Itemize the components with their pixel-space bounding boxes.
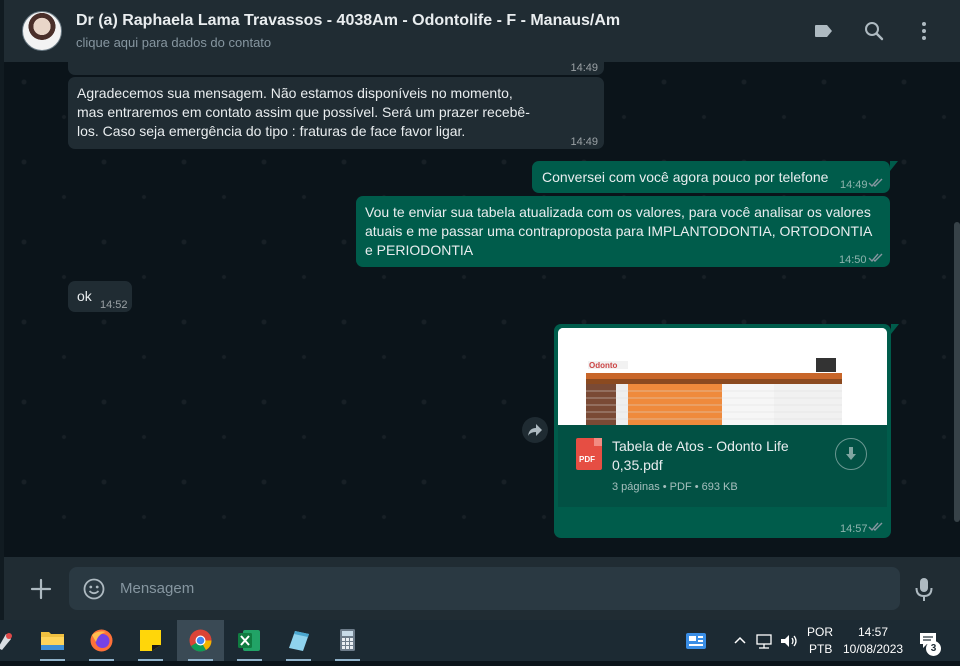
contact-avatar[interactable] (22, 11, 62, 51)
contact-info-hint[interactable]: clique aqui para dados do contato (76, 35, 271, 50)
message-time: 14:49 (570, 136, 598, 148)
message-bubble-outgoing[interactable]: Conversei com você agora pouco por telef… (532, 161, 890, 193)
chat-header[interactable]: Dr (a) Raphaela Lama Travassos - 4038Am … (4, 0, 960, 62)
taskbar-file-explorer[interactable] (29, 620, 76, 661)
read-ticks-icon (868, 253, 883, 263)
contact-name[interactable]: Dr (a) Raphaela Lama Travassos - 4038Am … (76, 12, 620, 30)
firefox-icon (90, 629, 113, 652)
document-info[interactable]: PDF Tabela de Atos - Odonto Life 0,35.pd… (558, 425, 887, 507)
clock-date[interactable]: 10/08/2023 (843, 642, 903, 656)
notification-count-badge: 3 (926, 641, 941, 656)
message-bubble-incoming[interactable]: ok 14:52 (68, 281, 132, 312)
message-time: 14:49 (570, 62, 598, 74)
message-text: Agradecemos sua mensagem. Não estamos di… (77, 85, 530, 139)
sticky-notes-icon (140, 630, 161, 651)
calculator-icon (340, 629, 355, 651)
forward-icon (528, 424, 542, 436)
excel-icon (238, 630, 260, 651)
document-meta: 3 páginas • PDF • 693 KB (612, 481, 738, 493)
taskbar-chrome[interactable] (177, 620, 224, 661)
windows-taskbar: POR PTB 14:57 10/08/2023 3 (0, 620, 960, 661)
message-text: Conversei com você agora pouco por telef… (542, 169, 829, 185)
show-hidden-icons-chevron-icon[interactable] (733, 634, 747, 646)
news-widget-icon[interactable] (685, 632, 707, 650)
message-text: ok (77, 288, 92, 304)
composer-bar: Mensagem (4, 557, 960, 620)
forward-button[interactable] (522, 417, 548, 443)
pinned-tool-icon[interactable] (0, 630, 16, 652)
scrollbar[interactable] (954, 222, 960, 522)
bubble-tail (890, 161, 898, 171)
message-input[interactable]: Mensagem (69, 567, 900, 610)
language-indicator-line2[interactable]: PTB (809, 642, 832, 656)
read-ticks-icon (868, 522, 883, 532)
attach-plus-icon[interactable] (28, 576, 54, 602)
bubble-tail (891, 324, 899, 334)
message-time: 14:50 (839, 254, 867, 266)
document-preview[interactable]: Odonto (558, 328, 887, 425)
download-icon (846, 447, 856, 460)
message-input-placeholder: Mensagem (120, 580, 195, 597)
taskbar-sticky-notes[interactable] (127, 620, 174, 661)
volume-icon[interactable] (779, 632, 799, 650)
taskbar-firefox[interactable] (78, 620, 125, 661)
label-icon[interactable] (812, 19, 836, 43)
message-time: 14:49 (840, 179, 868, 191)
emoji-icon[interactable] (82, 577, 106, 601)
clock-time[interactable]: 14:57 (858, 625, 888, 639)
folder-icon (41, 632, 64, 650)
message-time: 14:57 (840, 523, 868, 535)
document-message[interactable]: Odonto PDF Tabela de Atos - Odonto Life … (554, 324, 891, 538)
message-bubble-incoming[interactable]: Agradecemos sua mensagem. Não estamos di… (68, 77, 604, 149)
menu-icon[interactable] (912, 19, 936, 43)
read-ticks-icon (868, 178, 883, 188)
document-preview-image: Odonto (558, 328, 887, 425)
document-file-name: Tabela de Atos - Odonto Life 0,35.pdf (612, 438, 789, 473)
message-time: 14:52 (100, 299, 128, 311)
taskbar-excel[interactable] (226, 620, 273, 661)
message-bubble-incoming[interactable]: 14:49 (68, 62, 604, 75)
message-list[interactable]: 14:49 Agradecemos sua mensagem. Não esta… (4, 62, 960, 557)
message-text: Vou te enviar sua tabela atualizada com … (365, 204, 872, 258)
message-bubble-outgoing[interactable]: Vou te enviar sua tabela atualizada com … (356, 196, 890, 267)
file-type-label: PDF (579, 455, 595, 464)
microphone-icon[interactable] (912, 576, 936, 602)
language-indicator-line1[interactable]: POR (807, 625, 833, 639)
notepad-icon (289, 631, 309, 651)
search-icon[interactable] (862, 19, 886, 43)
svg-text:Odonto: Odonto (589, 361, 618, 370)
pdf-file-icon: PDF (576, 438, 602, 470)
chrome-icon (189, 629, 212, 652)
taskbar-notepad[interactable] (275, 620, 322, 661)
download-button[interactable] (835, 438, 867, 470)
whatsapp-window: Dr (a) Raphaela Lama Travassos - 4038Am … (0, 0, 960, 620)
network-icon[interactable] (755, 632, 775, 650)
taskbar-calculator[interactable] (324, 620, 371, 661)
